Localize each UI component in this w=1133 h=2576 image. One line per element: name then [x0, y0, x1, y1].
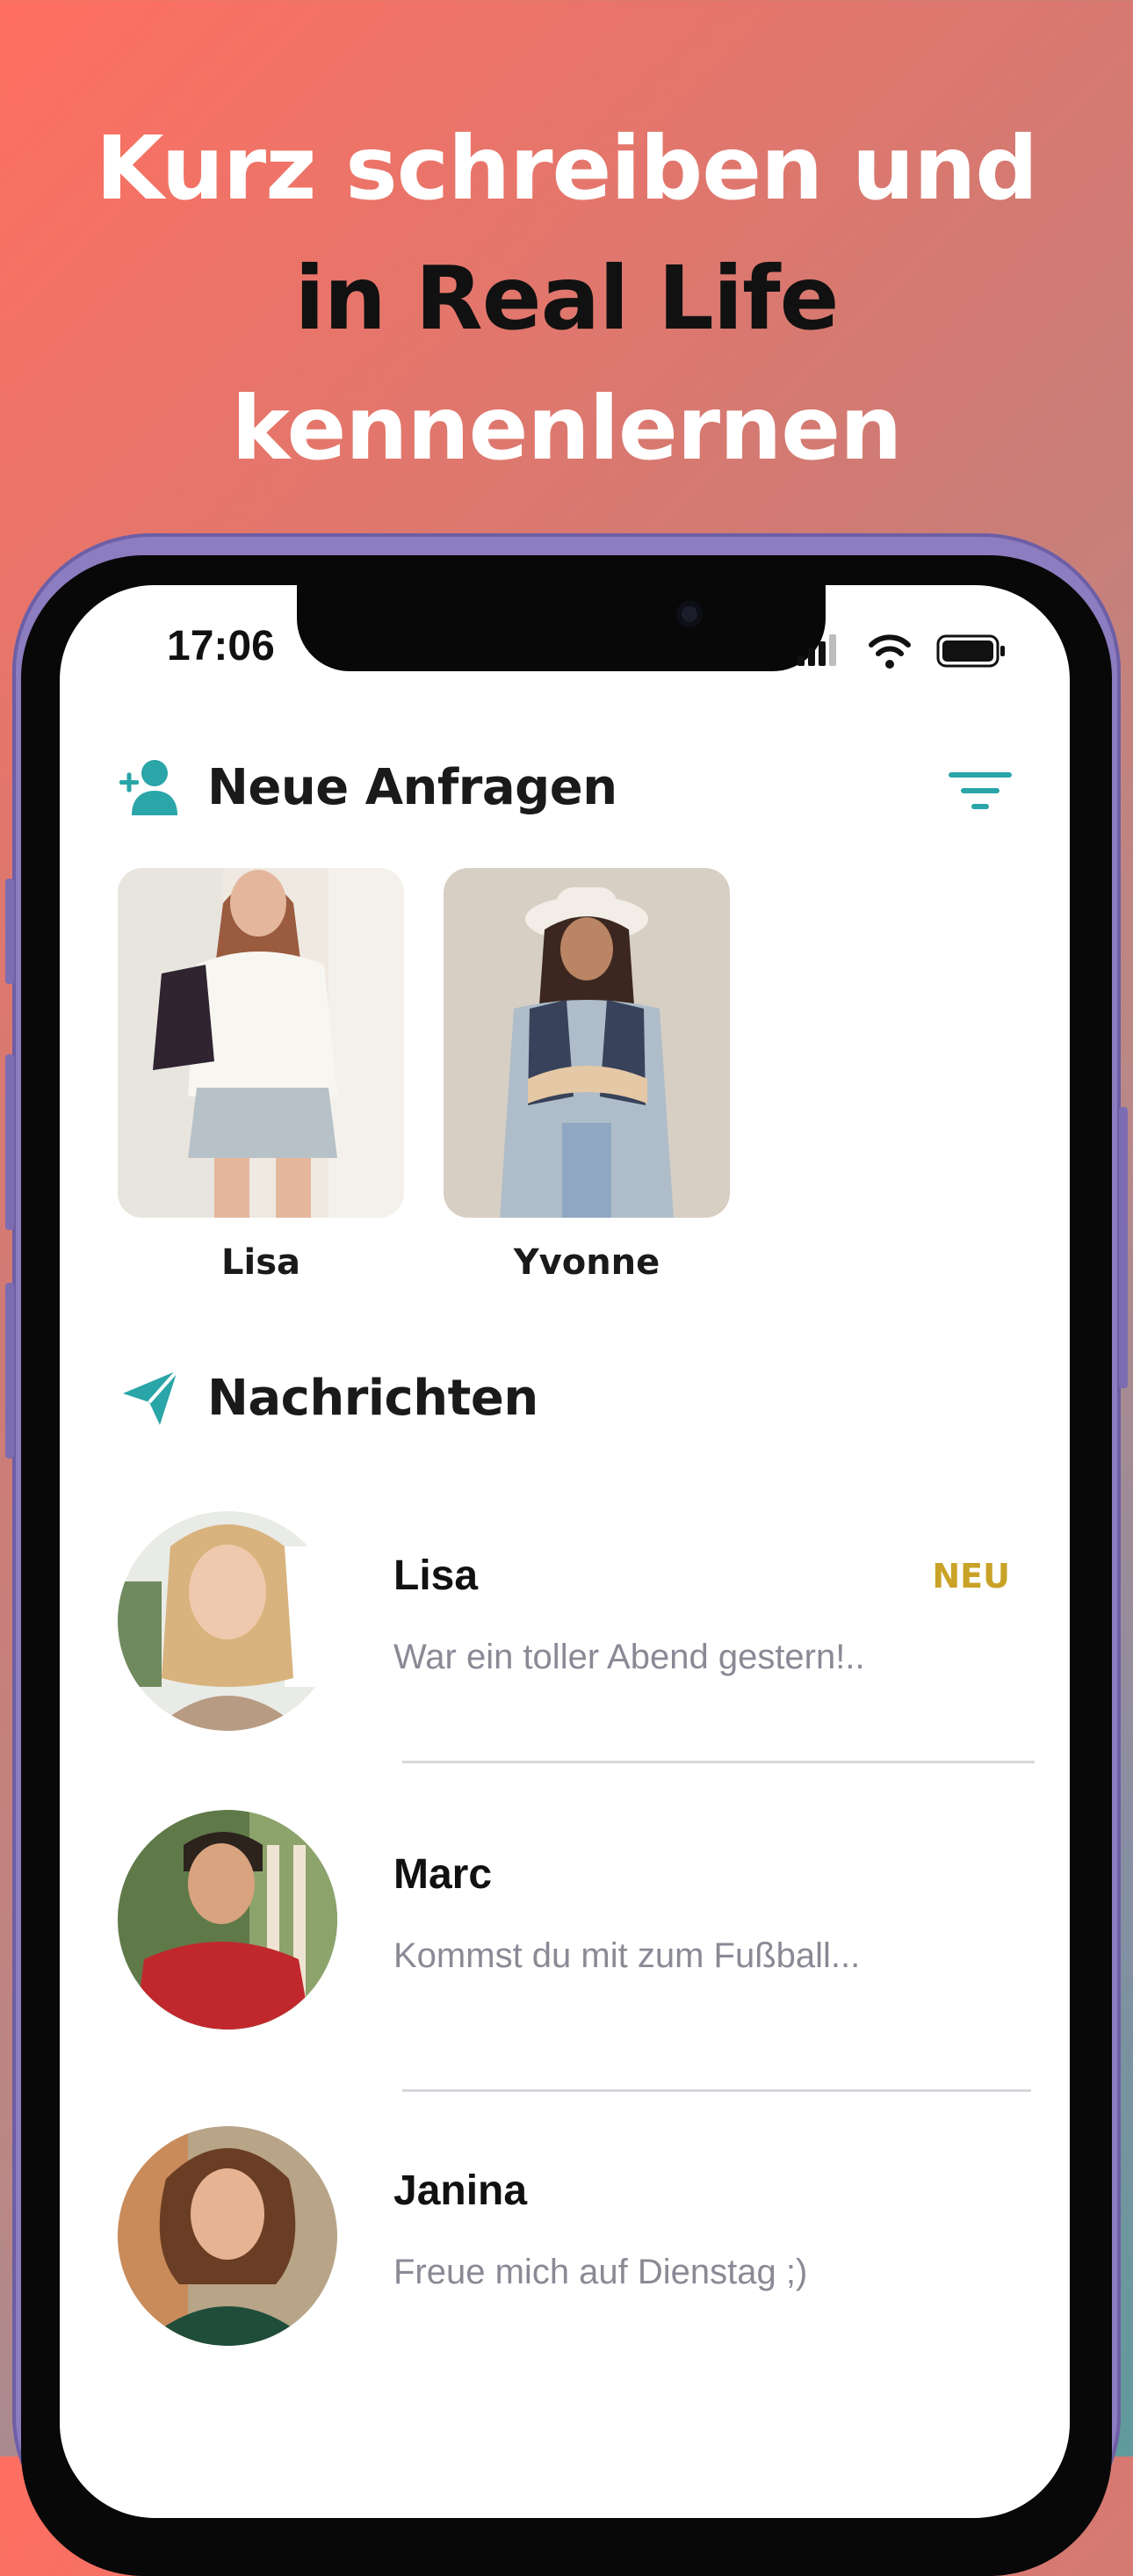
- phone-side-button: [1119, 1107, 1128, 1388]
- chat-row-janina[interactable]: Janina Freue mich auf Dienstag ;): [112, 2126, 1026, 2355]
- chat-name: Lisa: [393, 1552, 479, 1599]
- divider: [402, 2089, 1031, 2092]
- messages-title: Nachrichten: [207, 1369, 538, 1427]
- chat-name: Marc: [393, 1851, 493, 1898]
- headline-line-1: Kurz schreiben und: [95, 117, 1038, 220]
- avatar: [118, 1810, 337, 2030]
- status-icons: [797, 634, 1005, 669]
- phone-notch: [297, 585, 826, 671]
- chat-preview: Kommst du mit zum Fußball...: [393, 1936, 861, 1975]
- phone-side-button: [5, 1283, 14, 1458]
- phone-side-button: [5, 879, 14, 984]
- phone-side-button: [5, 1054, 14, 1230]
- request-name: Lisa: [221, 1242, 300, 1283]
- filter-icon[interactable]: [949, 769, 1012, 813]
- request-photo: [444, 868, 730, 1218]
- chat-row-marc[interactable]: Marc Kommst du mit zum Fußball...: [112, 1810, 1026, 2038]
- chat-preview: Freue mich auf Dienstag ;): [393, 2253, 808, 2291]
- chat-name: Janina: [393, 2167, 528, 2214]
- chat-preview: War ein toller Abend gestern!..: [393, 1638, 865, 1676]
- add-user-icon: [119, 760, 177, 815]
- send-icon: [123, 1369, 179, 1425]
- messages-header: Nachrichten: [119, 1367, 538, 1429]
- status-time: 17:06: [167, 623, 275, 669]
- battery-icon: [936, 634, 1005, 668]
- signal-icon: [797, 634, 836, 666]
- headline-line-3: kennenlernen: [231, 377, 903, 480]
- headline-line-2: in Real Life: [294, 247, 839, 350]
- chat-row-lisa[interactable]: Lisa NEU War ein toller Abend gestern!..: [112, 1511, 1026, 1740]
- headline: Kurz schreiben und in Real Life kennenle…: [0, 104, 1133, 494]
- request-name: Yvonne: [513, 1242, 660, 1283]
- avatar: [118, 2126, 337, 2346]
- request-card-yvonne[interactable]: [444, 868, 730, 1218]
- new-badge: NEU: [932, 1557, 1010, 1596]
- divider: [402, 1761, 1035, 1763]
- requests-header: Neue Anfragen: [119, 757, 617, 817]
- request-card-lisa[interactable]: [118, 868, 404, 1218]
- front-camera: [676, 601, 703, 627]
- avatar: [118, 1511, 337, 1731]
- wifi-icon: [869, 634, 911, 669]
- request-photo: [118, 868, 404, 1218]
- requests-title: Neue Anfragen: [207, 758, 617, 816]
